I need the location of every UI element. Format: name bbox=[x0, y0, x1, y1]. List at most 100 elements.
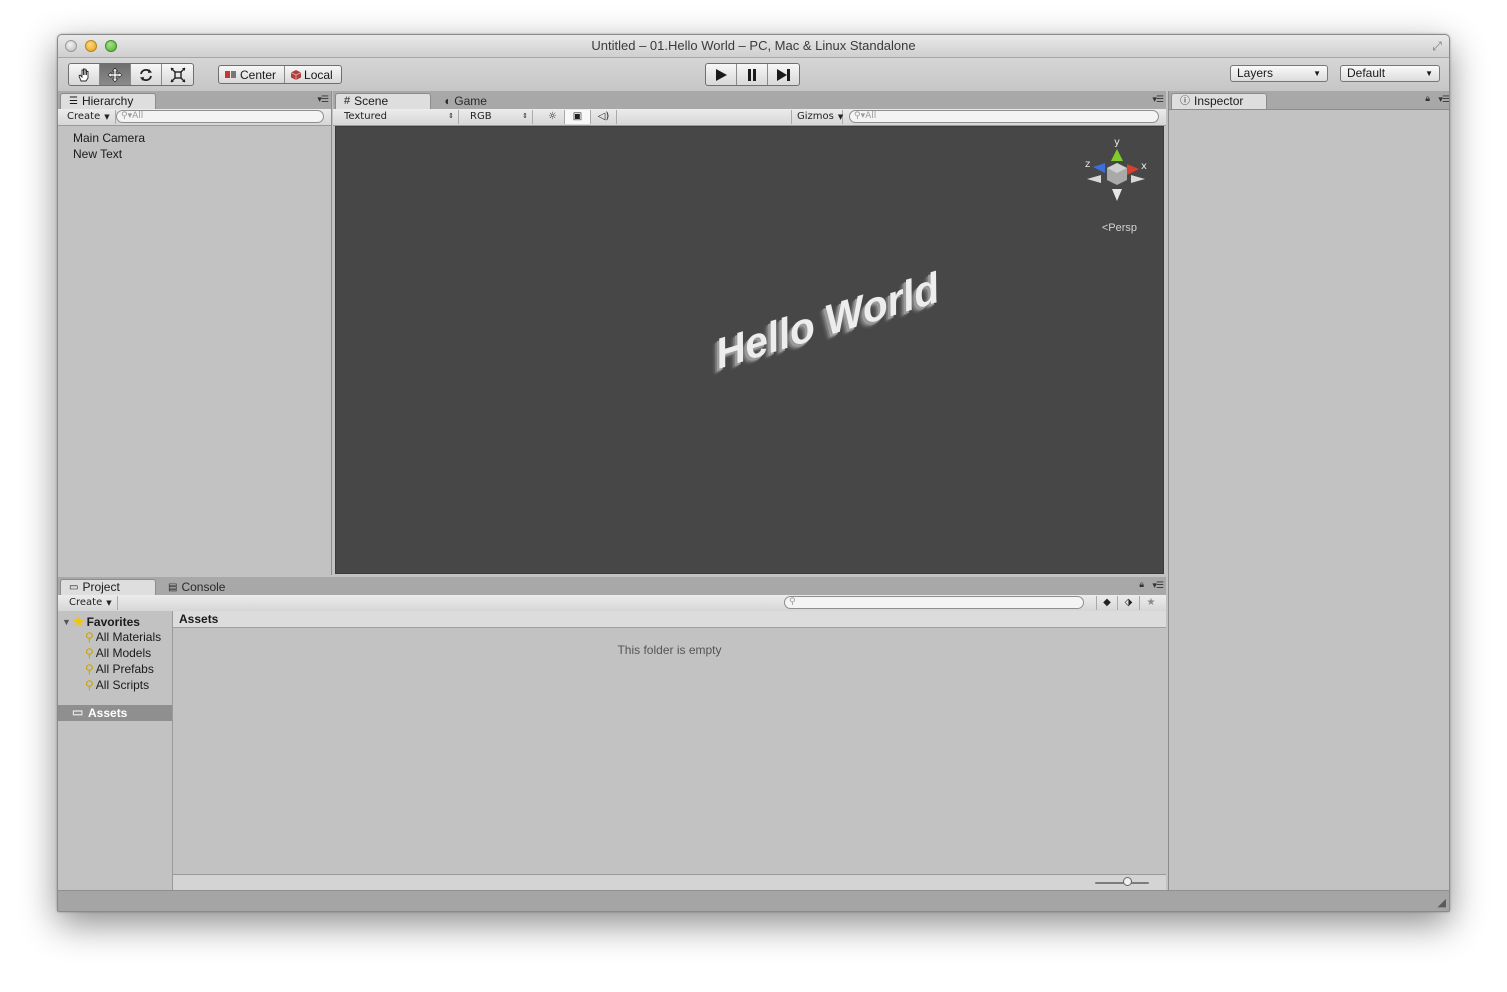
scene-lighting-toggle[interactable]: ☼ bbox=[541, 110, 565, 124]
color-mode-label: RGB bbox=[470, 111, 492, 122]
gizmo-y-arrow[interactable] bbox=[1111, 149, 1123, 161]
icon-size-slider-track[interactable] bbox=[1095, 882, 1149, 884]
project-assets-view: Assets This folder is empty bbox=[173, 611, 1166, 891]
chevron-down-icon: ▼ bbox=[1425, 69, 1433, 78]
step-icon bbox=[776, 68, 790, 81]
search-icon: ⚲▾ bbox=[121, 111, 133, 121]
tab-project[interactable]: ▭ Project bbox=[60, 579, 156, 595]
scale-tool-button[interactable] bbox=[162, 64, 193, 85]
pivot-center-icon bbox=[225, 71, 236, 78]
search-by-label-button[interactable]: ⬗ bbox=[1118, 596, 1140, 610]
gizmo-z-arrow[interactable] bbox=[1093, 163, 1105, 173]
hierarchy-search-input[interactable]: ⚲▾All bbox=[116, 110, 324, 123]
step-button[interactable] bbox=[768, 64, 799, 85]
favorite-label: All Prefabs bbox=[95, 662, 154, 676]
resize-grip-icon[interactable]: ◢ bbox=[1438, 896, 1446, 909]
panel-menu-icon[interactable]: ▾☰ bbox=[1152, 581, 1164, 591]
favorites-header[interactable]: ▼ ★ Favorites bbox=[62, 614, 140, 630]
grid-icon: # bbox=[344, 95, 351, 107]
favorite-item[interactable]: ⚲ All Models bbox=[85, 646, 151, 660]
tab-inspector-label: Inspector bbox=[1194, 94, 1244, 108]
folder-icon: ▭ bbox=[72, 705, 84, 719]
pause-icon bbox=[748, 68, 756, 81]
gizmos-dropdown[interactable]: Gizmos ▼ bbox=[791, 110, 843, 124]
panel-menu-icon[interactable]: ▾☰ bbox=[317, 95, 329, 105]
scene-audio-toggle[interactable]: ◁) bbox=[591, 110, 617, 124]
hierarchy-subbar: Create ▼ ⚲▾All bbox=[58, 109, 331, 126]
icon-size-slider-handle[interactable] bbox=[1123, 877, 1132, 886]
panel-menu-icon[interactable]: ▾☰ bbox=[1152, 95, 1164, 105]
tag-icon: ⬗ bbox=[1124, 597, 1133, 608]
gizmo-x-arrow[interactable] bbox=[1127, 164, 1139, 175]
scene-text-object[interactable]: Hello World bbox=[711, 263, 943, 378]
game-icon: ◖ bbox=[443, 93, 451, 108]
gizmo-negx-arrow bbox=[1131, 175, 1145, 183]
tab-console-label: Console bbox=[181, 579, 226, 594]
search-icon: ⚲ bbox=[789, 597, 796, 607]
save-search-button[interactable]: ★ bbox=[1140, 596, 1162, 610]
info-icon: ⓘ bbox=[1180, 96, 1190, 107]
inspector-panel: ⓘ Inspector 🔒︎ ▾☰ bbox=[1168, 91, 1449, 891]
favorites-star-icon: ★ bbox=[72, 614, 85, 629]
pivot-center-button[interactable]: Center bbox=[219, 66, 286, 83]
tab-inspector[interactable]: ⓘ Inspector bbox=[1171, 93, 1267, 109]
play-button[interactable] bbox=[706, 64, 737, 85]
pause-button[interactable] bbox=[737, 64, 768, 85]
project-create-dropdown[interactable]: Create ▼ bbox=[64, 596, 118, 610]
tab-hierarchy[interactable]: ☰ Hierarchy bbox=[60, 93, 156, 109]
favorite-item[interactable]: ⚲ All Scripts bbox=[85, 678, 149, 692]
chevron-down-icon: ▼ bbox=[837, 113, 844, 121]
chevron-down-icon: ▼ bbox=[104, 113, 110, 121]
color-mode-dropdown[interactable]: RGB ⇕ bbox=[465, 110, 533, 124]
panel-menu-icon[interactable]: ▾☰ bbox=[1438, 95, 1449, 105]
create-label: Create bbox=[69, 597, 103, 608]
tab-console[interactable]: ▤ Console bbox=[160, 579, 233, 595]
tab-scene[interactable]: # Scene bbox=[335, 93, 431, 109]
project-search-input[interactable]: ⚲ bbox=[784, 596, 1084, 609]
unity-editor-window: Untitled – 01.Hello World – PC, Mac & Li… bbox=[57, 34, 1450, 912]
layers-dropdown[interactable]: Layers ▼ bbox=[1230, 65, 1328, 82]
rotate-tool-button[interactable] bbox=[131, 64, 162, 85]
scene-orientation-gizmo[interactable]: y x z bbox=[1081, 135, 1151, 207]
folder-icon: ▭ bbox=[69, 582, 79, 593]
favorite-item[interactable]: ⚲ All Prefabs bbox=[85, 662, 154, 676]
scene-search-input[interactable]: ⚲▾All bbox=[849, 110, 1159, 123]
scale-icon bbox=[170, 67, 185, 82]
hierarchy-item-main-camera[interactable]: Main Camera bbox=[73, 131, 145, 145]
sun-icon: ☼ bbox=[548, 111, 557, 122]
chevron-down-icon: ▼ bbox=[106, 599, 112, 607]
star-icon: ★ bbox=[1146, 597, 1156, 608]
search-icon: ⚲▾ bbox=[854, 111, 866, 121]
move-tool-button[interactable] bbox=[100, 64, 131, 85]
hierarchy-create-dropdown[interactable]: Create ▼ bbox=[62, 110, 116, 124]
move-icon bbox=[107, 67, 123, 82]
fullscreen-icon[interactable]: ⤢ bbox=[1430, 39, 1444, 53]
layers-label: Layers bbox=[1237, 66, 1274, 80]
scene-viewport[interactable]: Hello World y x z <Persp bbox=[335, 126, 1164, 574]
lock-icon[interactable]: 🔒︎ bbox=[1139, 580, 1144, 590]
chevron-down-icon: ▼ bbox=[1313, 69, 1321, 78]
gizmo-y-label: y bbox=[1114, 137, 1120, 148]
favorite-item[interactable]: ⚲ All Materials bbox=[85, 630, 161, 644]
gizmo-x-label: x bbox=[1141, 161, 1147, 172]
gizmos-label: Gizmos bbox=[797, 111, 834, 122]
tab-game[interactable]: ◖ Game bbox=[435, 93, 495, 109]
hand-icon bbox=[78, 68, 89, 81]
tab-game-label: Game bbox=[454, 93, 487, 108]
pivot-local-button[interactable]: Local bbox=[285, 66, 341, 83]
hand-tool-button[interactable] bbox=[69, 64, 100, 85]
search-by-type-button[interactable]: ◆ bbox=[1096, 596, 1118, 610]
scene-fx-toggle[interactable]: ▣ bbox=[565, 110, 591, 124]
perspective-label-button[interactable]: <Persp bbox=[1102, 222, 1137, 234]
layout-dropdown[interactable]: Default ▼ bbox=[1340, 65, 1440, 82]
project-panel: ▭ Project ▤ Console 🔒︎ ▾☰ Create ▼ ⚲ ◆ ⬗ … bbox=[58, 577, 1166, 891]
scene-panel: # Scene ◖ Game ▾☰ Textured ⇕ RGB ⇕ ☼ ▣ ◁) … bbox=[333, 91, 1166, 575]
assets-breadcrumb[interactable]: Assets bbox=[173, 611, 1166, 628]
hierarchy-item-new-text[interactable]: New Text bbox=[73, 147, 122, 161]
render-mode-dropdown[interactable]: Textured ⇕ bbox=[339, 110, 459, 124]
assets-folder-item[interactable]: ▭ Assets bbox=[58, 705, 172, 721]
lock-icon[interactable]: 🔒︎ bbox=[1425, 94, 1430, 104]
main-toolbar: Center Local Layers ▼ Default ▼ bbox=[58, 58, 1449, 91]
persp-label: Persp bbox=[1108, 222, 1137, 234]
pivot-local-label: Local bbox=[304, 67, 333, 82]
